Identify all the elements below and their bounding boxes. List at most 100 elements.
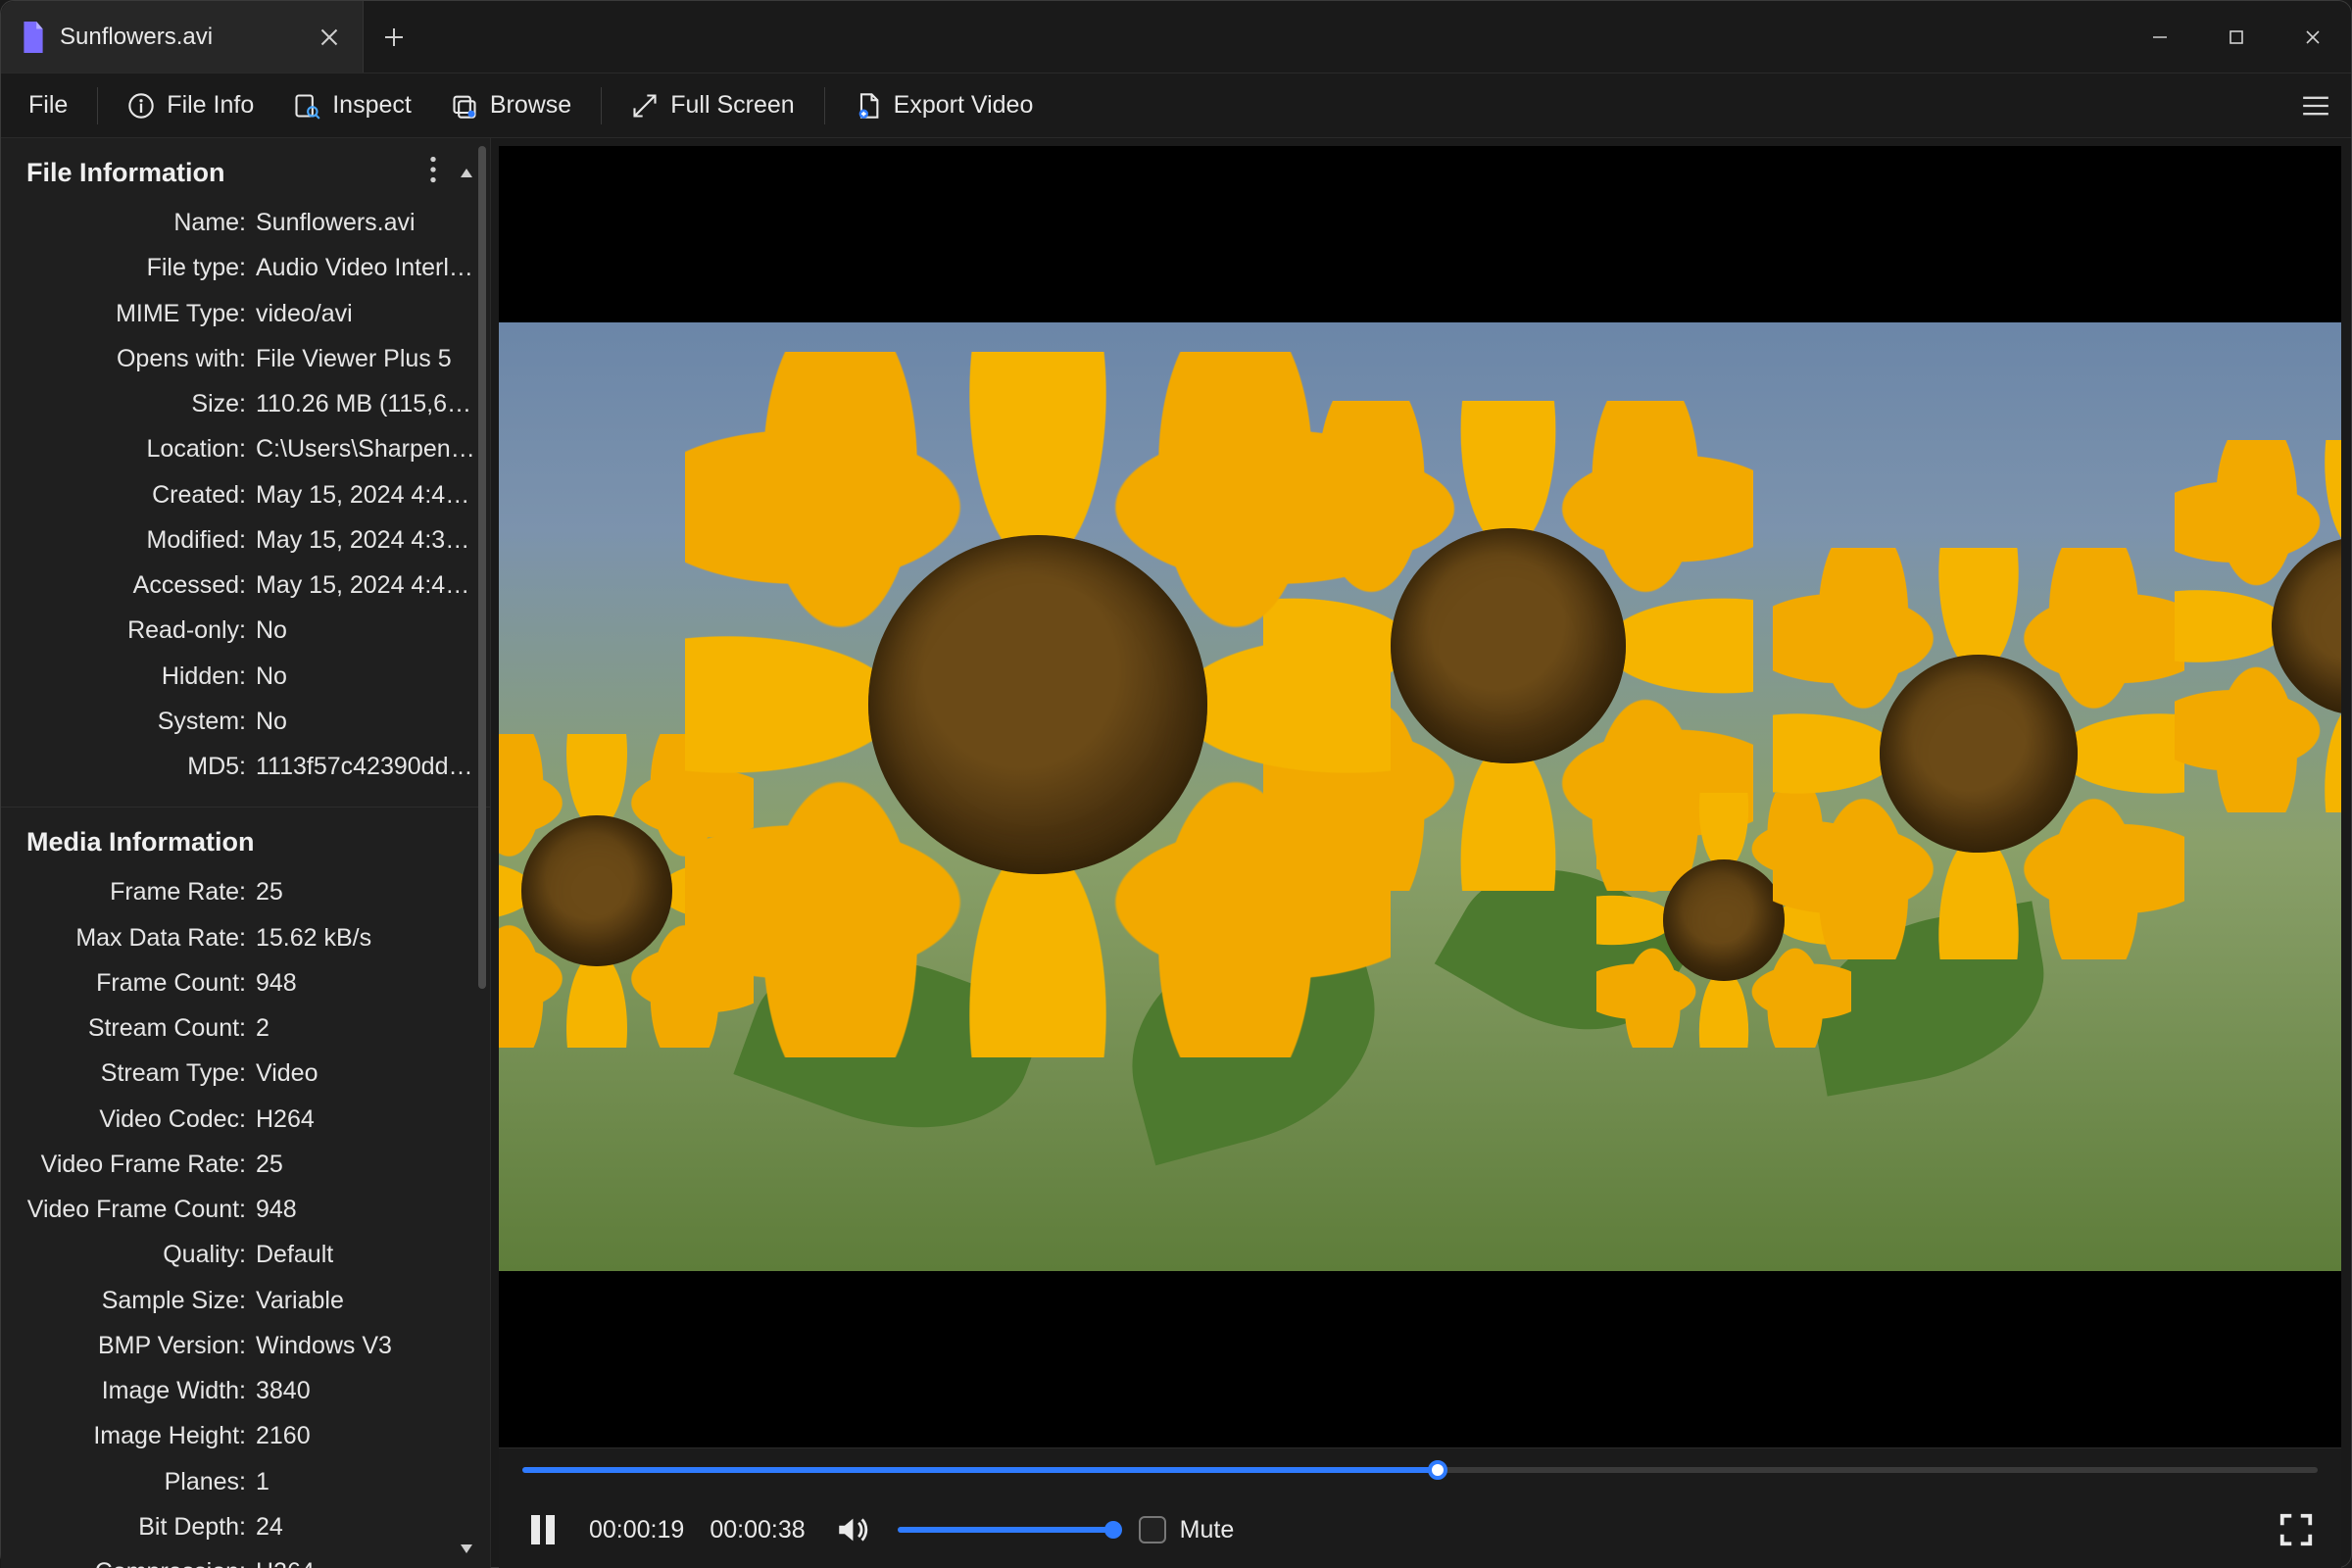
letterbox [499,146,2341,322]
info-key: Sample Size: [1,1283,246,1318]
export-icon [855,92,882,120]
mute-checkbox[interactable] [1139,1516,1166,1544]
info-row: Video Frame Rate:25 [1,1142,490,1187]
file-rows: Name:Sunflowers.aviFile type:Audio Video… [1,200,490,789]
info-key: MIME Type: [1,296,246,331]
volume-handle[interactable] [1104,1521,1122,1539]
info-value: Variable [256,1283,478,1318]
info-value: Windows V3 [256,1328,478,1363]
info-value: video/avi [256,296,478,331]
info-key: Quality: [1,1237,246,1272]
info-row: Location:C:\Users\SharpenedProdu… [1,426,490,471]
info-row: Accessed:May 15, 2024 4:40 PM [1,563,490,608]
info-key: Opens with: [1,341,246,376]
info-key: Location: [1,431,246,466]
close-button[interactable] [2275,1,2351,73]
sidebar-scrollbar[interactable] [478,146,486,1551]
info-value: H264 [256,1554,478,1568]
info-row: Bit Depth: 24 [1,1504,490,1549]
window-controls [2122,1,2351,73]
info-row: Hidden:No [1,654,490,699]
toolbar-separator [97,87,98,124]
info-value: 24 [256,1509,478,1544]
info-row: Opens with:File Viewer Plus 5 [1,336,490,381]
info-value: No [256,659,478,694]
info-value: 2160 [256,1418,478,1453]
info-sidebar: File Information Name:Sunflowers.aviFile… [1,138,491,1568]
info-icon [127,92,155,120]
export-video-button[interactable]: Export Video [837,83,1052,127]
expand-fullscreen-button[interactable] [2275,1508,2318,1551]
scroll-down-icon[interactable] [459,1536,474,1563]
letterbox [499,1271,2341,1447]
info-key: Name: [1,205,246,240]
info-value: 25 [256,1147,478,1182]
info-row: BMP Version:Windows V3 [1,1323,490,1368]
info-key: Frame Rate: [1,874,246,909]
info-value: 2 [256,1010,478,1046]
volume-icon[interactable] [831,1509,872,1550]
media-information-section: Media Information Frame Rate: 25 Max Data … [1,807,490,1568]
toolbar: File File Info Inspect Browse Full Scree… [1,74,2351,138]
document-icon [21,22,46,53]
more-icon[interactable] [429,156,437,190]
info-key: Video Frame Count: [1,1192,246,1227]
volume-slider[interactable] [898,1527,1113,1533]
info-value: Sunflowers.avi [256,205,478,240]
inspect-label: Inspect [332,91,412,120]
info-value: 1113f57c42390dd1be811… [256,749,478,784]
info-key: Stream Type: [1,1055,246,1091]
maximize-button[interactable] [2198,1,2275,73]
info-key: Stream Count: [1,1010,246,1046]
info-row: Max Data Rate:15.62 kB/s [1,915,490,960]
new-tab-button[interactable] [364,1,424,73]
fullscreen-button[interactable]: Full Screen [613,83,811,127]
inspect-button[interactable]: Inspect [275,83,429,127]
info-key: Compression: [1,1554,246,1568]
info-row: Planes:1 [1,1459,490,1504]
fullscreen-label: Full Screen [670,91,794,120]
document-tab[interactable]: Sunflowers.avi [1,1,364,73]
info-value: No [256,612,478,648]
info-value: May 15, 2024 4:40 PM [256,567,478,603]
info-key: Size: [1,386,246,421]
mute-label: Mute [1180,1516,1235,1544]
video-content [499,322,2341,1271]
file-menu[interactable]: File [11,83,85,127]
duration-time: 00:00:38 [710,1516,805,1544]
browse-button[interactable]: Browse [433,83,589,127]
info-key: Frame Count: [1,965,246,1001]
toolbar-separator [601,87,602,124]
info-key: File type: [1,250,246,285]
info-row: Frame Rate: 25 [1,869,490,914]
file-info-button[interactable]: File Info [110,83,271,127]
menu-button[interactable] [2290,95,2341,117]
inspect-icon [293,92,320,120]
info-value: Video [256,1055,478,1091]
video-frame[interactable] [499,146,2341,1447]
info-key: Max Data Rate: [1,920,246,956]
file-information-section: File Information Name:Sunflowers.aviFile… [1,138,490,807]
info-key: Image Height: [1,1418,246,1453]
mute-control[interactable]: Mute [1139,1516,1235,1544]
file-info-label: File Info [167,91,254,120]
info-key: Modified: [1,522,246,558]
tab-title: Sunflowers.avi [60,24,302,51]
info-row: Read-only:No [1,608,490,653]
pause-button[interactable] [522,1509,564,1550]
seek-handle[interactable] [1428,1460,1447,1480]
minimize-button[interactable] [2122,1,2198,73]
section-title: Media Information [26,827,255,858]
decorative-sunflower [685,352,1391,1057]
info-value: 25 [256,874,478,909]
scroll-up-icon[interactable] [459,158,474,188]
info-key: Bit Depth: [1,1509,246,1544]
tab-close-button[interactable] [316,24,343,51]
info-key: Video Codec: [1,1102,246,1137]
decorative-sunflower [1773,548,2184,959]
file-menu-label: File [28,91,68,120]
info-row: Image Width:3840 [1,1368,490,1413]
fullscreen-icon [631,92,659,120]
volume-fill [898,1527,1113,1533]
seek-bar[interactable] [522,1467,2318,1473]
